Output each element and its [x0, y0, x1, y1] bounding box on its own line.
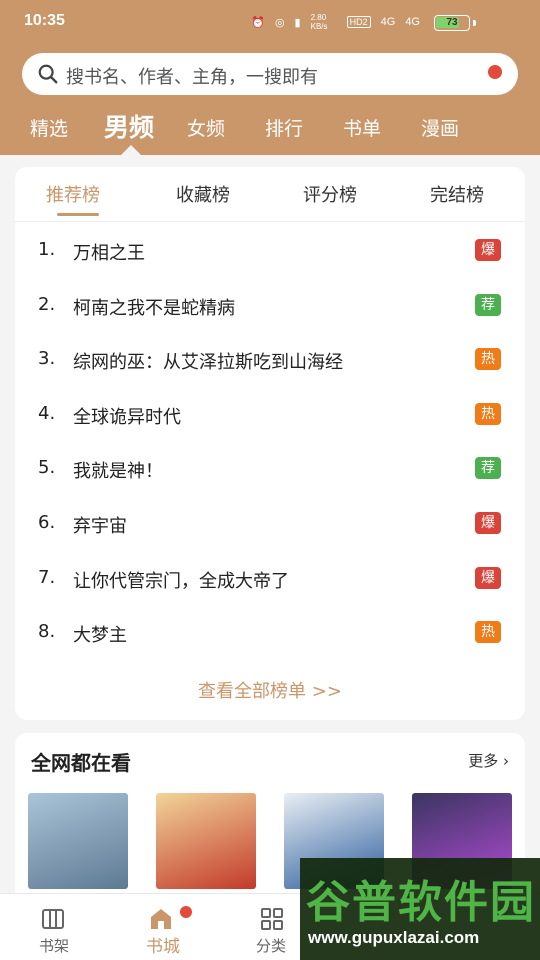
rank-number: 4. — [38, 403, 56, 424]
rank-row[interactable]: 2. 柯南之我不是蛇精病 荐 — [15, 286, 525, 326]
rank-title: 弃宇宙 — [73, 516, 127, 537]
watermark-brand: 谷普软件园 — [306, 877, 536, 928]
search-icon — [38, 64, 58, 84]
rank-number: 6. — [38, 512, 56, 533]
search-bar[interactable]: 搜书名、作者、主角，一搜即有 — [22, 53, 518, 95]
tab-nvpin[interactable]: 女频 — [187, 114, 225, 141]
hd-badge: HD2 — [346, 16, 371, 28]
book-cover[interactable] — [156, 793, 256, 889]
divider — [15, 221, 525, 222]
rank-row[interactable]: 8. 大梦主 热 — [15, 613, 525, 653]
rank-badge: 热 — [475, 348, 501, 370]
tab-recommend-rank[interactable]: 推荐榜 — [46, 181, 100, 207]
rank-title: 万相之王 — [73, 243, 145, 264]
rank-number: 8. — [38, 621, 56, 642]
rank-number: 5. — [38, 457, 56, 478]
rank-badge: 荐 — [475, 457, 501, 479]
battery-nub — [473, 20, 476, 26]
nav-bookshelf[interactable]: 书架 — [0, 894, 110, 960]
status-bar: 10:35 ⏰ ◎ ▮ 2.80 KB/s HD2 4G 4G 73 — [0, 0, 540, 44]
signal-2: 4G — [405, 16, 420, 28]
notification-dot — [180, 906, 192, 918]
rank-number: 3. — [38, 348, 56, 369]
tab-manhua[interactable]: 漫画 — [421, 114, 459, 141]
rank-title: 大梦主 — [73, 625, 127, 646]
book-cover[interactable] — [28, 793, 128, 889]
section-title: 全网都在看 — [31, 751, 131, 775]
watermark-url: www.gupuxlazai.com — [308, 928, 480, 947]
status-time: 10:35 — [24, 12, 65, 29]
rank-title: 全球诡异时代 — [73, 407, 181, 428]
alarm-icon: ⏰ — [251, 16, 265, 29]
rank-badge: 爆 — [475, 239, 501, 261]
tab-jingxuan[interactable]: 精选 — [30, 114, 68, 141]
search-placeholder: 搜书名、作者、主角，一搜即有 — [66, 67, 318, 88]
rank-number: 2. — [38, 294, 56, 315]
bookstore-icon — [151, 909, 171, 929]
nav-bookstore[interactable]: 书城 — [108, 894, 218, 960]
rank-row[interactable]: 3. 综网的巫：从艾泽拉斯吃到山海经 热 — [15, 340, 525, 380]
tab-shudan[interactable]: 书单 — [343, 114, 381, 141]
signal-1: 4G — [380, 16, 396, 28]
rank-badge: 荐 — [475, 294, 501, 316]
more-link[interactable]: 更多 › — [468, 750, 509, 771]
chevron-right-icon: › — [498, 752, 509, 770]
rank-title: 柯南之我不是蛇精病 — [73, 298, 235, 319]
nav-label: 书城 — [146, 937, 180, 957]
tab-paihang[interactable]: 排行 — [265, 114, 303, 141]
rank-badge: 爆 — [475, 512, 501, 534]
header-background: 10:35 ⏰ ◎ ▮ 2.80 KB/s HD2 4G 4G 73 搜书名、作… — [0, 0, 540, 155]
net-speed: 2.80 KB/s — [310, 13, 328, 31]
rank-title: 综网的巫：从艾泽拉斯吃到山海经 — [73, 352, 343, 373]
status-icons: ⏰ ◎ ▮ 2.80 KB/s HD2 4G 4G — [251, 13, 420, 31]
category-tabs: 精选 男频 女频 排行 书单 漫画 — [0, 106, 540, 154]
category-icon — [261, 908, 283, 930]
rank-row[interactable]: 1. 万相之王 爆 — [15, 231, 525, 271]
rank-number: 7. — [38, 567, 56, 588]
rank-row[interactable]: 7. 让你代管宗门，全成大帝了 爆 — [15, 559, 525, 599]
battery-icon: 73 — [434, 15, 470, 31]
bookshelf-icon — [42, 909, 64, 929]
rank-row[interactable]: 4. 全球诡异时代 热 — [15, 395, 525, 435]
site-watermark: 谷普软件园 www.gupuxlazai.com — [300, 858, 540, 960]
battery-level: 73 — [446, 17, 458, 28]
active-tab-underline — [57, 213, 99, 216]
more-label: 更多 — [468, 752, 499, 770]
location-icon: ◎ — [274, 16, 285, 29]
nav-label: 书架 — [38, 937, 69, 955]
tab-score-rank[interactable]: 评分榜 — [303, 181, 357, 207]
view-all-rankings-link[interactable]: 查看全部榜单 >> — [15, 677, 525, 703]
rank-badge: 爆 — [475, 567, 501, 589]
vibrate-icon: ▮ — [294, 16, 301, 29]
rank-title: 让你代管宗门，全成大帝了 — [73, 571, 289, 592]
rank-row[interactable]: 6. 弃宇宙 爆 — [15, 504, 525, 544]
notification-dot — [488, 65, 502, 79]
rank-badge: 热 — [475, 403, 501, 425]
rank-title: 我就是神！ — [73, 461, 163, 482]
active-tab-caret — [121, 145, 141, 155]
tab-finished-rank[interactable]: 完结榜 — [430, 181, 484, 207]
rank-number: 1. — [38, 239, 56, 260]
rank-badge: 热 — [475, 621, 501, 643]
ranking-card: 推荐榜 收藏榜 评分榜 完结榜 1. 万相之王 爆 2. 柯南之我不是蛇精病 荐… — [15, 167, 525, 720]
rank-row[interactable]: 5. 我就是神！ 荐 — [15, 449, 525, 489]
tab-nanpin[interactable]: 男频 — [104, 108, 154, 144]
tab-favorite-rank[interactable]: 收藏榜 — [176, 181, 230, 207]
